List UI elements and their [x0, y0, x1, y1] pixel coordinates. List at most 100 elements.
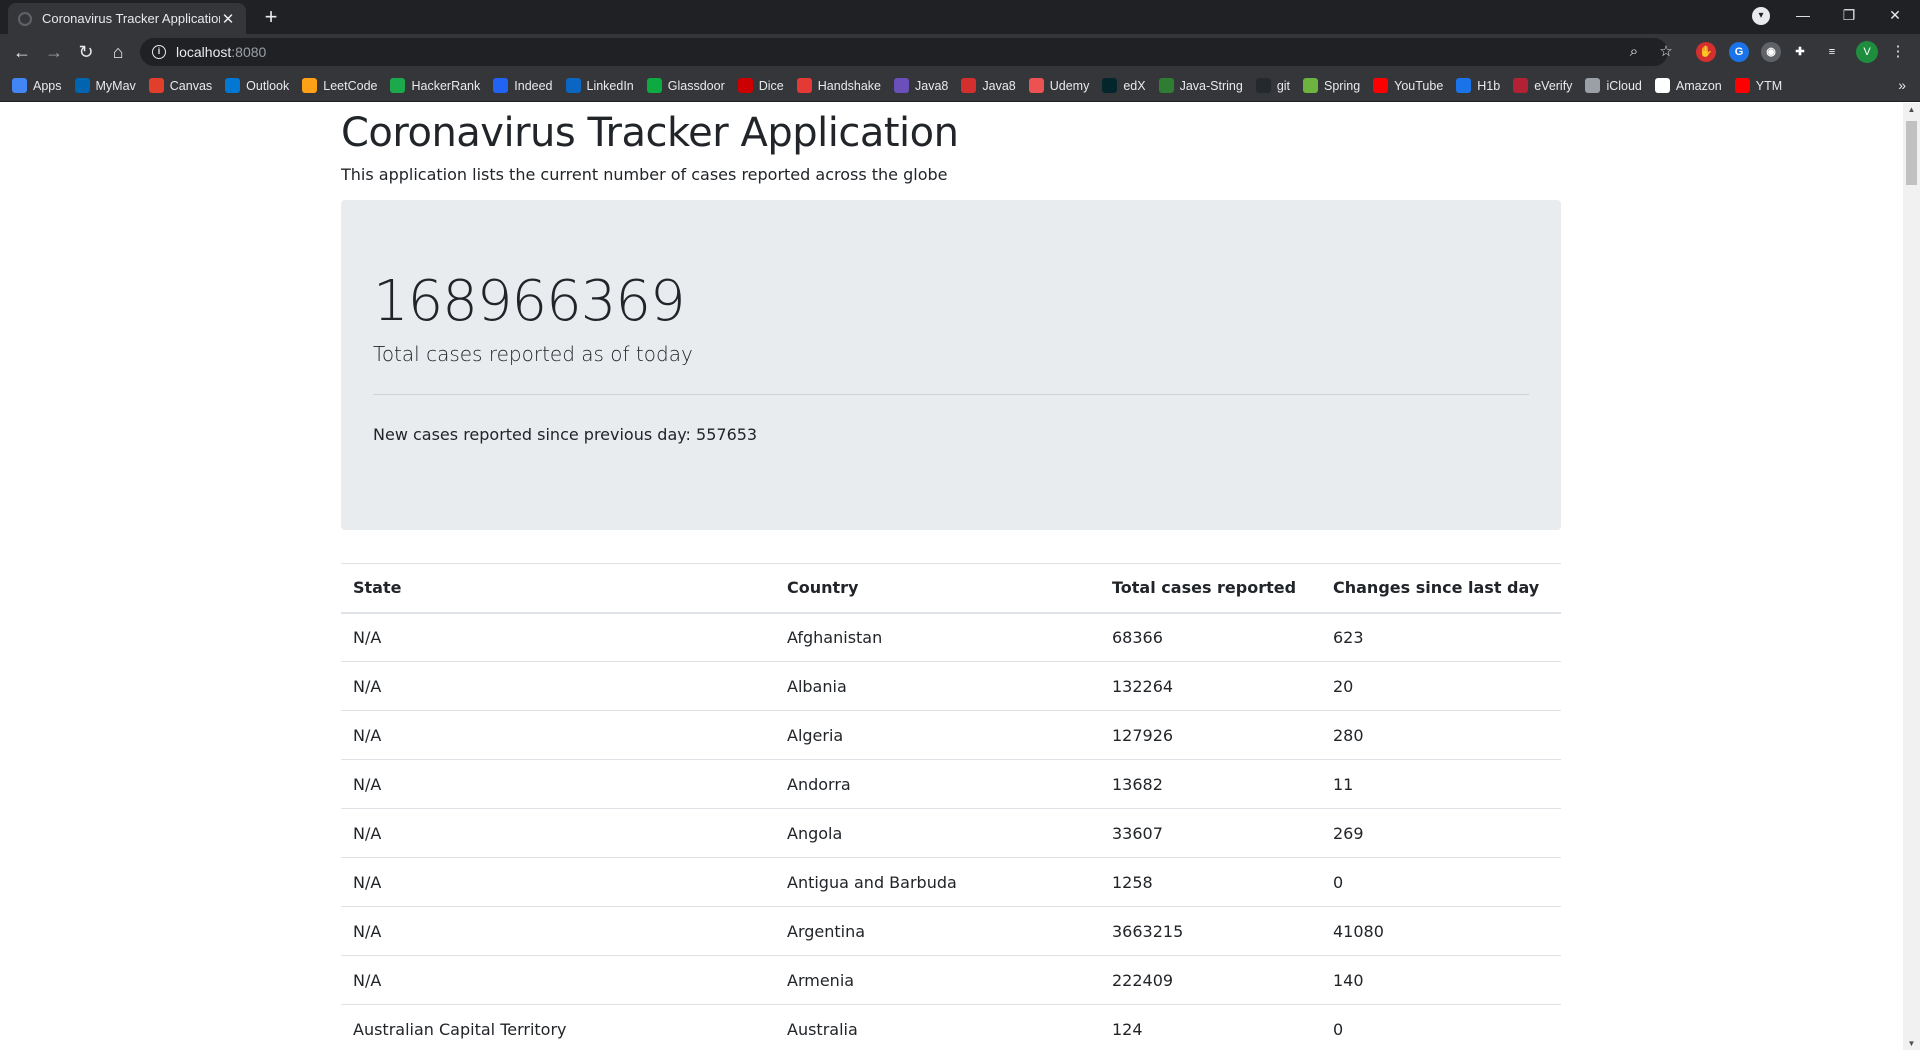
- bookmark-mymav[interactable]: MyMav: [74, 74, 136, 98]
- tab-search-icon[interactable]: ▾: [1752, 7, 1770, 25]
- bookmark-youtube[interactable]: YouTube: [1373, 74, 1443, 98]
- bookmark-label: LeetCode: [323, 78, 378, 93]
- cell-changes: 0: [1321, 857, 1561, 907]
- bookmark-label: eVerify: [1534, 78, 1573, 93]
- home-button[interactable]: ⌂: [104, 38, 132, 66]
- media-control-icon[interactable]: ≡: [1822, 42, 1842, 62]
- header-country: Country: [775, 563, 1100, 614]
- cell-state: N/A: [341, 857, 775, 907]
- bookmark-handshake[interactable]: Handshake: [796, 74, 881, 98]
- minimize-button[interactable]: —: [1780, 0, 1826, 30]
- zoom-icon[interactable]: ⌕: [1622, 38, 1646, 66]
- page-title: Coronavirus Tracker Application: [341, 110, 959, 156]
- bookmark-git[interactable]: git: [1255, 74, 1290, 98]
- hackerrank-icon: [390, 78, 406, 93]
- summary-jumbotron: 168966369 Total cases reported as of tod…: [341, 200, 1561, 530]
- cell-country: Armenia: [775, 955, 1100, 1005]
- site-info-icon[interactable]: i: [152, 45, 166, 59]
- bookmark-spring[interactable]: Spring: [1303, 74, 1360, 98]
- youtube-music-icon: [1734, 78, 1750, 93]
- cell-changes: 41080: [1321, 906, 1561, 956]
- bookmark-label: Udemy: [1049, 78, 1090, 93]
- cell-state: N/A: [341, 710, 775, 760]
- cell-total-cases: 1258: [1100, 857, 1321, 907]
- bookmark-canvas[interactable]: Canvas: [148, 74, 212, 98]
- table-row: N/A Algeria 127926 280: [341, 710, 1561, 760]
- page-scrollbar[interactable]: ▲ ▼: [1903, 103, 1920, 1050]
- scrollbar-thumb[interactable]: [1906, 121, 1917, 185]
- cell-country: Australia: [775, 1004, 1100, 1050]
- cell-changes: 11: [1321, 759, 1561, 809]
- restore-button[interactable]: ❐: [1826, 0, 1872, 30]
- forward-button[interactable]: →: [40, 38, 68, 66]
- reload-button[interactable]: ↻: [72, 38, 100, 66]
- cell-changes: 140: [1321, 955, 1561, 1005]
- profile-avatar[interactable]: V: [1856, 41, 1878, 63]
- bookmark-linkedin[interactable]: LinkedIn: [565, 74, 634, 98]
- address-bar[interactable]: i localhost:8080: [140, 38, 1668, 66]
- scroll-down-arrow-icon[interactable]: ▼: [1903, 1039, 1920, 1048]
- bookmark-everify[interactable]: eVerify: [1513, 74, 1572, 98]
- cell-total-cases: 222409: [1100, 955, 1321, 1005]
- header-changes: Changes since last day: [1321, 563, 1561, 614]
- bookmark-label: Amazon: [1675, 78, 1722, 93]
- bookmark-indeed[interactable]: Indeed: [493, 74, 553, 98]
- browser-toolbar: ← → ↻ ⌂ i localhost:8080 ⌕ ☆ ✋ G ◉ ✚ ≡ V…: [0, 34, 1920, 70]
- page-subtitle: This application lists the current numbe…: [341, 165, 948, 184]
- bookmark-label: Indeed: [514, 78, 553, 93]
- bookmark-label: Glassdoor: [667, 78, 725, 93]
- globe-icon: [18, 11, 32, 26]
- scroll-up-arrow-icon[interactable]: ▲: [1903, 105, 1920, 114]
- amazon-icon: [1654, 78, 1670, 93]
- bookmark-dice[interactable]: Dice: [737, 74, 784, 98]
- bookmark-hackerrank[interactable]: HackerRank: [390, 74, 480, 98]
- table-row: N/A Antigua and Barbuda 1258 0: [341, 857, 1561, 907]
- bookmark-amazon[interactable]: Amazon: [1654, 74, 1722, 98]
- cell-state: N/A: [341, 906, 775, 956]
- cell-state: N/A: [341, 612, 775, 662]
- spring-icon: [1303, 78, 1319, 93]
- cell-total-cases: 3663215: [1100, 906, 1321, 956]
- bookmark-star-icon[interactable]: ☆: [1654, 38, 1678, 66]
- cell-country: Antigua and Barbuda: [775, 857, 1100, 907]
- tab-close-icon[interactable]: ✕: [220, 10, 236, 28]
- bookmark-label: Java8: [915, 78, 949, 93]
- bookmark-label: YouTube: [1394, 78, 1444, 93]
- table-row: N/A Armenia 222409 140: [341, 955, 1561, 1005]
- extensions-puzzle-icon[interactable]: ✚: [1790, 42, 1810, 62]
- bookmark-icloud[interactable]: iCloud: [1585, 74, 1642, 98]
- chrome-menu-icon[interactable]: ⋮: [1886, 38, 1910, 66]
- back-button[interactable]: ←: [8, 38, 36, 66]
- bookmark-edx[interactable]: edX: [1102, 74, 1146, 98]
- table-row: N/A Argentina 3663215 41080: [341, 906, 1561, 956]
- bookmark-udemy[interactable]: Udemy: [1028, 74, 1090, 98]
- cases-table: State Country Total cases reported Chang…: [341, 563, 1561, 1050]
- extension-owl-icon[interactable]: ◉: [1761, 42, 1781, 62]
- bookmark-apps[interactable]: Apps: [12, 74, 62, 98]
- bookmark-java8[interactable]: Java8: [961, 74, 1016, 98]
- cell-changes: 0: [1321, 1004, 1561, 1050]
- cell-changes: 20: [1321, 661, 1561, 711]
- bookmark-glassdoor[interactable]: Glassdoor: [646, 74, 725, 98]
- bookmark-label: HackerRank: [411, 78, 481, 93]
- new-tab-button[interactable]: +: [258, 4, 284, 30]
- extension-adblock-icon[interactable]: ✋: [1696, 42, 1716, 62]
- header-total-cases: Total cases reported: [1100, 563, 1321, 614]
- dice-icon: [737, 78, 753, 93]
- extension-grammarly-icon[interactable]: G: [1729, 42, 1749, 62]
- bookmark-h1b[interactable]: H1b: [1456, 74, 1500, 98]
- bookmark-outlook[interactable]: Outlook: [225, 74, 289, 98]
- bookmark-ytm[interactable]: YTM: [1734, 74, 1782, 98]
- active-tab[interactable]: Coronavirus Tracker Application ✕: [8, 3, 246, 34]
- cell-country: Argentina: [775, 906, 1100, 956]
- cell-total-cases: 33607: [1100, 808, 1321, 858]
- bookmarks-overflow-icon[interactable]: »: [1898, 77, 1906, 93]
- cell-changes: 269: [1321, 808, 1561, 858]
- udemy-icon: [1028, 78, 1044, 93]
- tab-title: Coronavirus Tracker Application: [42, 11, 220, 26]
- bookmark-leetcode[interactable]: LeetCode: [302, 74, 377, 98]
- close-window-button[interactable]: ✕: [1872, 0, 1918, 30]
- bookmark-java8[interactable]: Java8: [894, 74, 948, 98]
- bookmark-java-string[interactable]: Java-String: [1158, 74, 1243, 98]
- cell-total-cases: 13682: [1100, 759, 1321, 809]
